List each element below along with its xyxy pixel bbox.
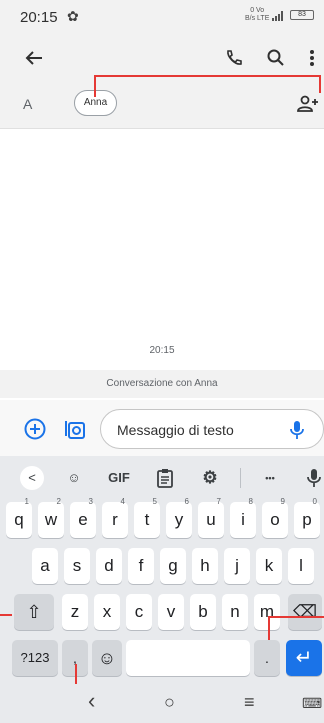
keyboard-back-button[interactable]: < <box>20 466 44 490</box>
keyboard-switch-icon[interactable]: ⌨ <box>302 695 322 712</box>
clipboard-icon[interactable] <box>156 468 174 488</box>
key-a[interactable]: a <box>32 548 58 584</box>
recipients-row: A Anna <box>0 82 324 129</box>
network-type: B/s LTE <box>245 15 270 22</box>
battery-icon: 83 <box>290 10 314 20</box>
camera-gallery-icon[interactable] <box>64 418 86 440</box>
arrow-left-icon[interactable] <box>24 48 44 68</box>
backspace-key[interactable]: ⌫ <box>288 594 322 630</box>
conversation-area <box>0 129 324 370</box>
key-i[interactable]: i8 <box>230 497 256 538</box>
key-v[interactable]: v <box>158 594 184 630</box>
key-n[interactable]: n <box>222 594 248 630</box>
nav-back-icon[interactable]: ‹ <box>88 688 95 714</box>
keyboard-toolbar: < ☺ GIF ⚙ ••• <box>0 456 324 500</box>
period-key[interactable]: . <box>254 640 280 676</box>
key-c[interactable]: c <box>126 594 152 630</box>
shift-key[interactable]: ⇧ <box>14 594 54 630</box>
add-person-icon[interactable] <box>296 94 320 114</box>
key-q[interactable]: q1 <box>6 497 32 538</box>
status-bar: 20:15 ✿ 0 Vo B/s LTE 83 <box>0 0 324 34</box>
key-y[interactable]: y6 <box>166 497 192 538</box>
compose-bar: Messaggio di testo <box>0 400 324 456</box>
key-p[interactable]: p0 <box>294 497 320 538</box>
conversation-timestamp: 20:15 <box>149 345 175 356</box>
callout-line <box>94 75 320 77</box>
key-m[interactable]: m <box>254 594 280 630</box>
key-w[interactable]: w2 <box>38 497 64 538</box>
more-vert-icon[interactable] <box>304 48 320 68</box>
message-input[interactable]: Messaggio di testo <box>100 409 324 449</box>
callout-line <box>268 616 324 618</box>
plus-circle-icon[interactable] <box>24 418 46 440</box>
key-z[interactable]: z <box>62 594 88 630</box>
mic-icon[interactable] <box>289 420 305 440</box>
keyboard-settings-icon[interactable]: ⚙ <box>198 466 222 490</box>
status-time: 20:15 <box>20 9 58 26</box>
key-r[interactable]: r4 <box>102 497 128 538</box>
key-d[interactable]: d <box>96 548 122 584</box>
key-s[interactable]: s <box>64 548 90 584</box>
key-u[interactable]: u7 <box>198 497 224 538</box>
key-b[interactable]: b <box>190 594 216 630</box>
gif-button[interactable]: GIF <box>104 466 134 490</box>
recipient-label: A <box>23 96 33 112</box>
toolbar-divider <box>240 468 241 488</box>
phone-icon[interactable] <box>224 48 244 68</box>
network-indicator: 0 Vo B/s LTE <box>245 7 269 23</box>
key-e[interactable]: e3 <box>70 497 96 538</box>
key-h[interactable]: h <box>192 548 218 584</box>
more-icon[interactable]: ••• <box>256 466 284 490</box>
callout-line <box>319 75 321 93</box>
nav-home-icon[interactable]: ○ <box>164 692 175 713</box>
signal-icon <box>272 11 283 21</box>
key-o[interactable]: o9 <box>262 497 288 538</box>
key-g[interactable]: g <box>160 548 186 584</box>
network-speed: 0 Vo <box>250 7 265 14</box>
keyboard: < ☺ GIF ⚙ ••• q1 w2 e3 r4 t5 y6 u7 i8 o9… <box>0 456 324 684</box>
enter-key[interactable]: ↵ <box>286 640 322 676</box>
battery-level: 83 <box>298 11 306 18</box>
keyboard-mic-icon[interactable] <box>306 468 322 488</box>
callout-line <box>94 75 96 97</box>
callout-line <box>268 616 270 640</box>
key-x[interactable]: x <box>94 594 120 630</box>
emoji-key[interactable]: ☺ <box>92 640 122 676</box>
key-l[interactable]: l <box>288 548 314 584</box>
navigation-bar: ‹ ○ ≡ ⌨ <box>0 684 324 723</box>
space-key[interactable] <box>126 640 250 676</box>
conversation-banner: Conversazione con Anna <box>0 370 324 398</box>
key-k[interactable]: k <box>256 548 282 584</box>
search-icon[interactable] <box>266 48 286 68</box>
sticker-icon[interactable]: ☺ <box>62 466 86 490</box>
settings-gear-icon: ✿ <box>67 8 79 24</box>
key-j[interactable]: j <box>224 548 250 584</box>
symbols-key[interactable]: ?123 <box>12 640 58 676</box>
key-f[interactable]: f <box>128 548 154 584</box>
message-placeholder: Messaggio di testo <box>117 422 234 438</box>
callout-line <box>0 614 12 616</box>
nav-recents-icon[interactable]: ≡ <box>244 692 255 713</box>
key-t[interactable]: t5 <box>134 497 160 538</box>
